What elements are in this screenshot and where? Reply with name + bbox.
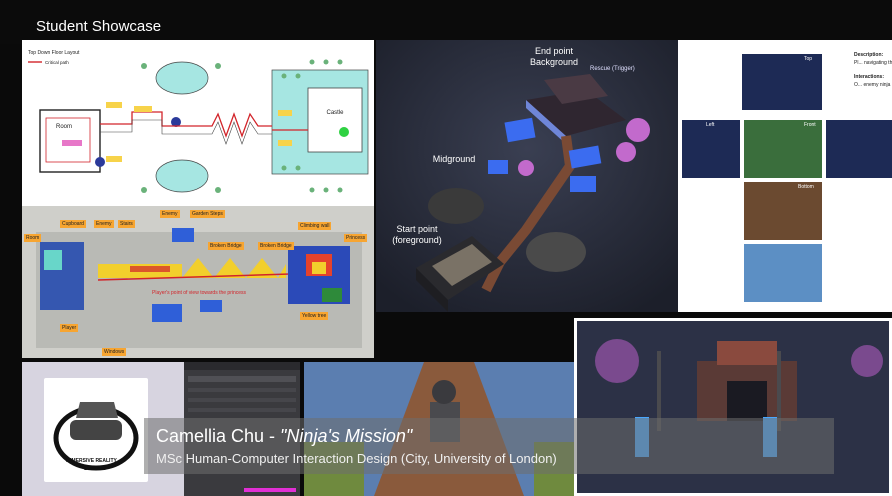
lego-tag-broken-bridge-2: Broken Bridge — [258, 242, 294, 250]
project-programme: MSc Human-Computer Interaction Design (C… — [156, 451, 557, 466]
lego-board-panel: Cupboard Enemy Stairs Enemy Garden Steps… — [22, 206, 374, 358]
lego-tag-princess: Princess — [344, 234, 368, 242]
inspector-pink-field — [244, 488, 296, 492]
storyboard-description-text: Pl... navigating the... — [854, 60, 892, 66]
lego-tag-enemy-2: Enemy — [160, 210, 180, 218]
scene-start-label: Start point (foreground) — [392, 224, 442, 245]
inspector-row-3 — [188, 408, 296, 412]
scene-3d-render — [376, 40, 678, 312]
storyboard-left-label: Left — [706, 122, 715, 128]
storyboard-front-label: Front — [804, 122, 816, 128]
floor-room-label: Room — [56, 124, 72, 130]
inspector-row-2 — [188, 398, 296, 402]
storyboard-bottom-label: Bottom — [798, 184, 814, 190]
storyboard-interactions-label: Interactions: — [854, 74, 885, 80]
lego-tag-stairs: Stairs — [118, 220, 135, 228]
storyboard-bottom-frame — [744, 182, 822, 240]
slide-title: Student Showcase — [36, 18, 162, 35]
project-caption: Camellia Chu - "Ninja's Mission" MSc Hum… — [144, 418, 834, 474]
floor-plan-legend: Critical path — [45, 60, 69, 65]
storyboard-gate-frame — [744, 244, 822, 302]
storyboard-left-frame — [682, 120, 740, 178]
storyboard-front-frame — [744, 120, 822, 178]
lego-tag-room: Room — [24, 234, 42, 242]
lego-tag-broken-bridge-1: Broken Bridge — [208, 242, 244, 250]
floor-castle-label: Castle — [326, 110, 344, 116]
lego-tag-enemy-1: Enemy — [94, 220, 114, 228]
storyboard-top-frame — [742, 54, 822, 110]
slide-header: Student Showcase — [0, 0, 892, 44]
lego-tag-garden-steps: Garden Steps — [190, 210, 225, 218]
scene-castle-trigger-label: Rescue (Trigger) — [590, 66, 635, 72]
project-title: Camellia Chu - "Ninja's Mission" — [156, 426, 412, 447]
logo-text-1: IMMERSIVE REALITY — [66, 458, 117, 464]
floor-plan-title: Top Down Floor Layout — [28, 50, 80, 56]
lego-note: Player's point of view towards the princ… — [152, 290, 247, 296]
storyboard-interactions-text: O... enemy ninja — [854, 82, 891, 88]
storyboard-top-label: Top — [804, 56, 813, 62]
storyboard-description-label: Description: — [854, 52, 884, 58]
project-author: Camellia Chu - — [156, 426, 281, 446]
project-name: "Ninja's Mission" — [280, 426, 413, 446]
lego-tag-cupboard: Cupboard — [60, 220, 86, 228]
storyboard-panel: Top Left Front Bottom Description: Pl...… — [678, 40, 892, 312]
inspector-row-1 — [188, 388, 296, 392]
lego-tag-windows: Windows — [102, 348, 127, 356]
storyboard-right-frame — [826, 120, 892, 178]
inspector-header-bar — [184, 362, 300, 370]
scene-end-label: End point Background — [529, 46, 579, 67]
inspector-section-bar — [188, 376, 296, 382]
lego-tag-yellow-tree: Yellow tree — [300, 312, 329, 320]
scene-mid-label: Midground — [432, 154, 476, 164]
lego-tag-climbing-wall: Climbing wall — [298, 222, 332, 230]
scene-3d-panel: End point Background Midground Start poi… — [376, 40, 678, 312]
lego-tag-player: Player — [60, 324, 79, 332]
showcase-slide: Student Showcase Top Down Floor Layout C… — [0, 0, 892, 496]
floor-plan-panel: Top Down Floor Layout Critical path Cast… — [22, 40, 374, 206]
floor-plan-diagram: Top Down Floor Layout Critical path Cast… — [28, 50, 369, 193]
logo-text-2: LONDON — [84, 466, 106, 472]
